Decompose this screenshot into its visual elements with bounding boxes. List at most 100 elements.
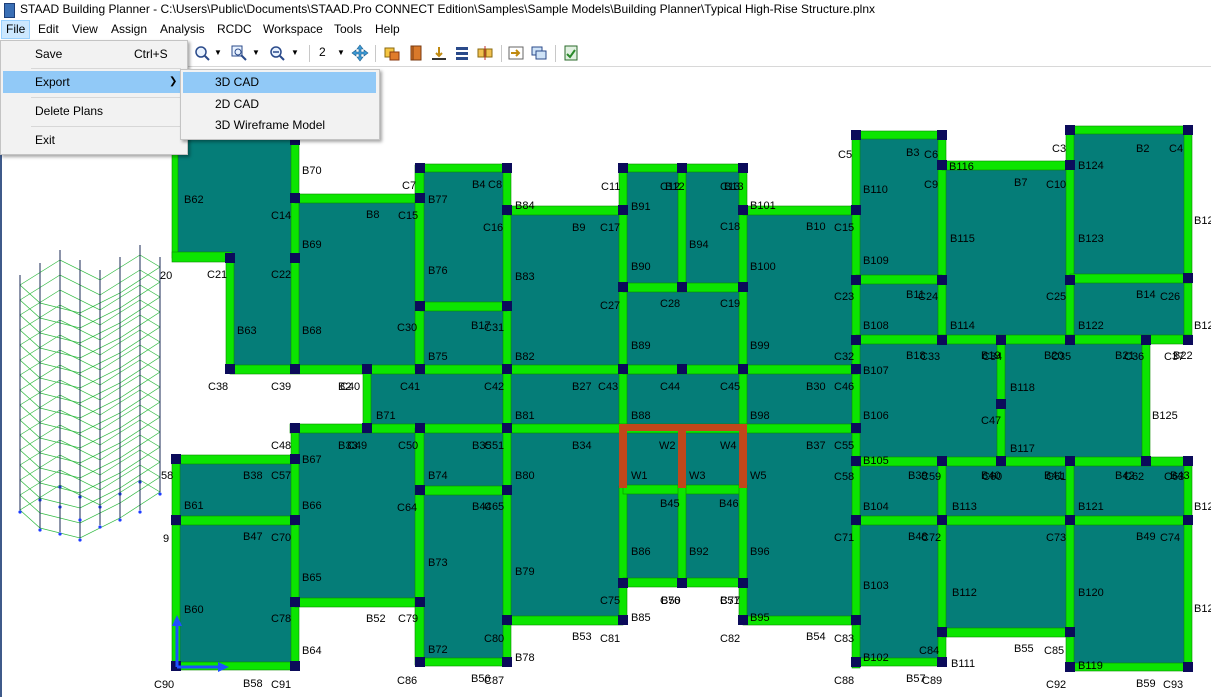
menu-file[interactable]: File	[1, 20, 31, 39]
beam[interactable]	[1065, 125, 1075, 341]
column[interactable]	[851, 275, 861, 285]
column[interactable]	[290, 454, 300, 464]
column[interactable]	[738, 578, 748, 588]
zoom-window-icon[interactable]	[230, 44, 248, 62]
column[interactable]	[1065, 456, 1075, 466]
column[interactable]	[362, 423, 372, 433]
column[interactable]	[851, 364, 861, 374]
column[interactable]	[1183, 662, 1193, 672]
column[interactable]	[415, 163, 425, 173]
analyze-icon[interactable]	[562, 44, 580, 62]
slab[interactable]	[743, 428, 856, 621]
exit-menu-item[interactable]: Exit	[3, 129, 184, 151]
beam[interactable]	[171, 137, 179, 259]
count-value[interactable]: 2	[319, 45, 326, 59]
column[interactable]	[415, 657, 425, 667]
beam[interactable]	[855, 274, 943, 285]
column[interactable]	[171, 515, 181, 525]
column[interactable]	[1065, 627, 1075, 637]
column[interactable]	[1065, 275, 1075, 285]
zoom-out-icon[interactable]	[268, 44, 286, 62]
column[interactable]	[225, 253, 235, 263]
beam[interactable]	[1183, 461, 1193, 668]
column[interactable]	[290, 193, 300, 203]
column[interactable]	[1065, 662, 1075, 672]
column[interactable]	[851, 515, 861, 525]
floor-plan[interactable]: B70B62C14B6920 C21 C22B63 B68C38 C39 C40B2C7 B…	[0, 67, 1211, 697]
slab[interactable]	[942, 165, 1070, 340]
column[interactable]	[937, 335, 947, 345]
column[interactable]	[618, 282, 628, 292]
beam[interactable]	[171, 251, 233, 263]
align-icon[interactable]	[476, 44, 494, 62]
column[interactable]	[937, 160, 947, 170]
column[interactable]	[502, 364, 512, 374]
beam[interactable]	[294, 597, 421, 608]
beam[interactable]	[502, 164, 512, 431]
column[interactable]	[502, 301, 512, 311]
column[interactable]	[415, 301, 425, 311]
beam[interactable]	[738, 164, 748, 431]
beam[interactable]	[618, 485, 628, 622]
slab[interactable]	[942, 462, 1070, 632]
export-3d-wireframe-item[interactable]: 3D Wireframe Model	[183, 115, 376, 136]
column[interactable]	[677, 578, 687, 588]
beam[interactable]	[1183, 125, 1193, 341]
column[interactable]	[738, 282, 748, 292]
column[interactable]	[618, 163, 628, 173]
book-icon[interactable]	[407, 44, 425, 62]
column[interactable]	[738, 615, 748, 625]
column[interactable]	[738, 163, 748, 173]
zoom-in-icon[interactable]	[193, 44, 211, 62]
beam[interactable]	[738, 484, 748, 622]
column[interactable]	[415, 193, 425, 203]
column[interactable]	[677, 364, 687, 374]
beam[interactable]	[1069, 273, 1193, 284]
menu-help[interactable]: Help	[371, 20, 404, 39]
column[interactable]	[618, 615, 628, 625]
beam[interactable]	[171, 454, 296, 465]
column[interactable]	[1183, 335, 1193, 345]
export-2d-cad-item[interactable]: 2D CAD	[183, 94, 376, 115]
pan-icon[interactable]	[351, 44, 369, 62]
column[interactable]	[1183, 456, 1193, 466]
save-menu-item[interactable]: Save Ctrl+S	[3, 43, 184, 65]
copy-floor-icon[interactable]	[383, 44, 401, 62]
column[interactable]	[290, 253, 300, 263]
column[interactable]	[851, 456, 861, 466]
export-3d-cad-item[interactable]: 3D CAD	[183, 72, 376, 93]
shear-wall[interactable]	[739, 428, 747, 488]
beam[interactable]	[506, 615, 624, 626]
column[interactable]	[502, 615, 512, 625]
beam[interactable]	[502, 427, 512, 666]
column[interactable]	[1065, 125, 1075, 135]
column[interactable]	[937, 456, 947, 466]
zoom-out-dropdown-icon[interactable]: ▼	[291, 48, 299, 57]
column[interactable]	[738, 364, 748, 374]
column[interactable]	[677, 282, 687, 292]
column[interactable]	[996, 399, 1006, 409]
beam[interactable]	[618, 164, 628, 431]
column[interactable]	[502, 485, 512, 495]
export-menu-item[interactable]: Export ❯	[3, 71, 184, 93]
column[interactable]	[502, 423, 512, 433]
slab[interactable]	[507, 428, 623, 621]
column[interactable]	[937, 130, 947, 140]
column[interactable]	[1141, 335, 1151, 345]
transfer-icon[interactable]	[507, 44, 525, 62]
column[interactable]	[851, 205, 861, 215]
column[interactable]	[290, 597, 300, 607]
menu-view[interactable]: View	[68, 20, 102, 39]
slab[interactable]	[507, 210, 623, 370]
shear-wall[interactable]	[619, 424, 747, 431]
delete-plans-menu-item[interactable]: Delete Plans	[3, 100, 184, 122]
column[interactable]	[171, 454, 181, 464]
column[interactable]	[502, 163, 512, 173]
column[interactable]	[225, 364, 235, 374]
count-dropdown-icon[interactable]: ▼	[337, 48, 345, 57]
slab[interactable]	[856, 135, 942, 340]
column[interactable]	[937, 275, 947, 285]
column[interactable]	[502, 657, 512, 667]
beam[interactable]	[855, 515, 1193, 526]
list-icon[interactable]	[453, 44, 471, 62]
